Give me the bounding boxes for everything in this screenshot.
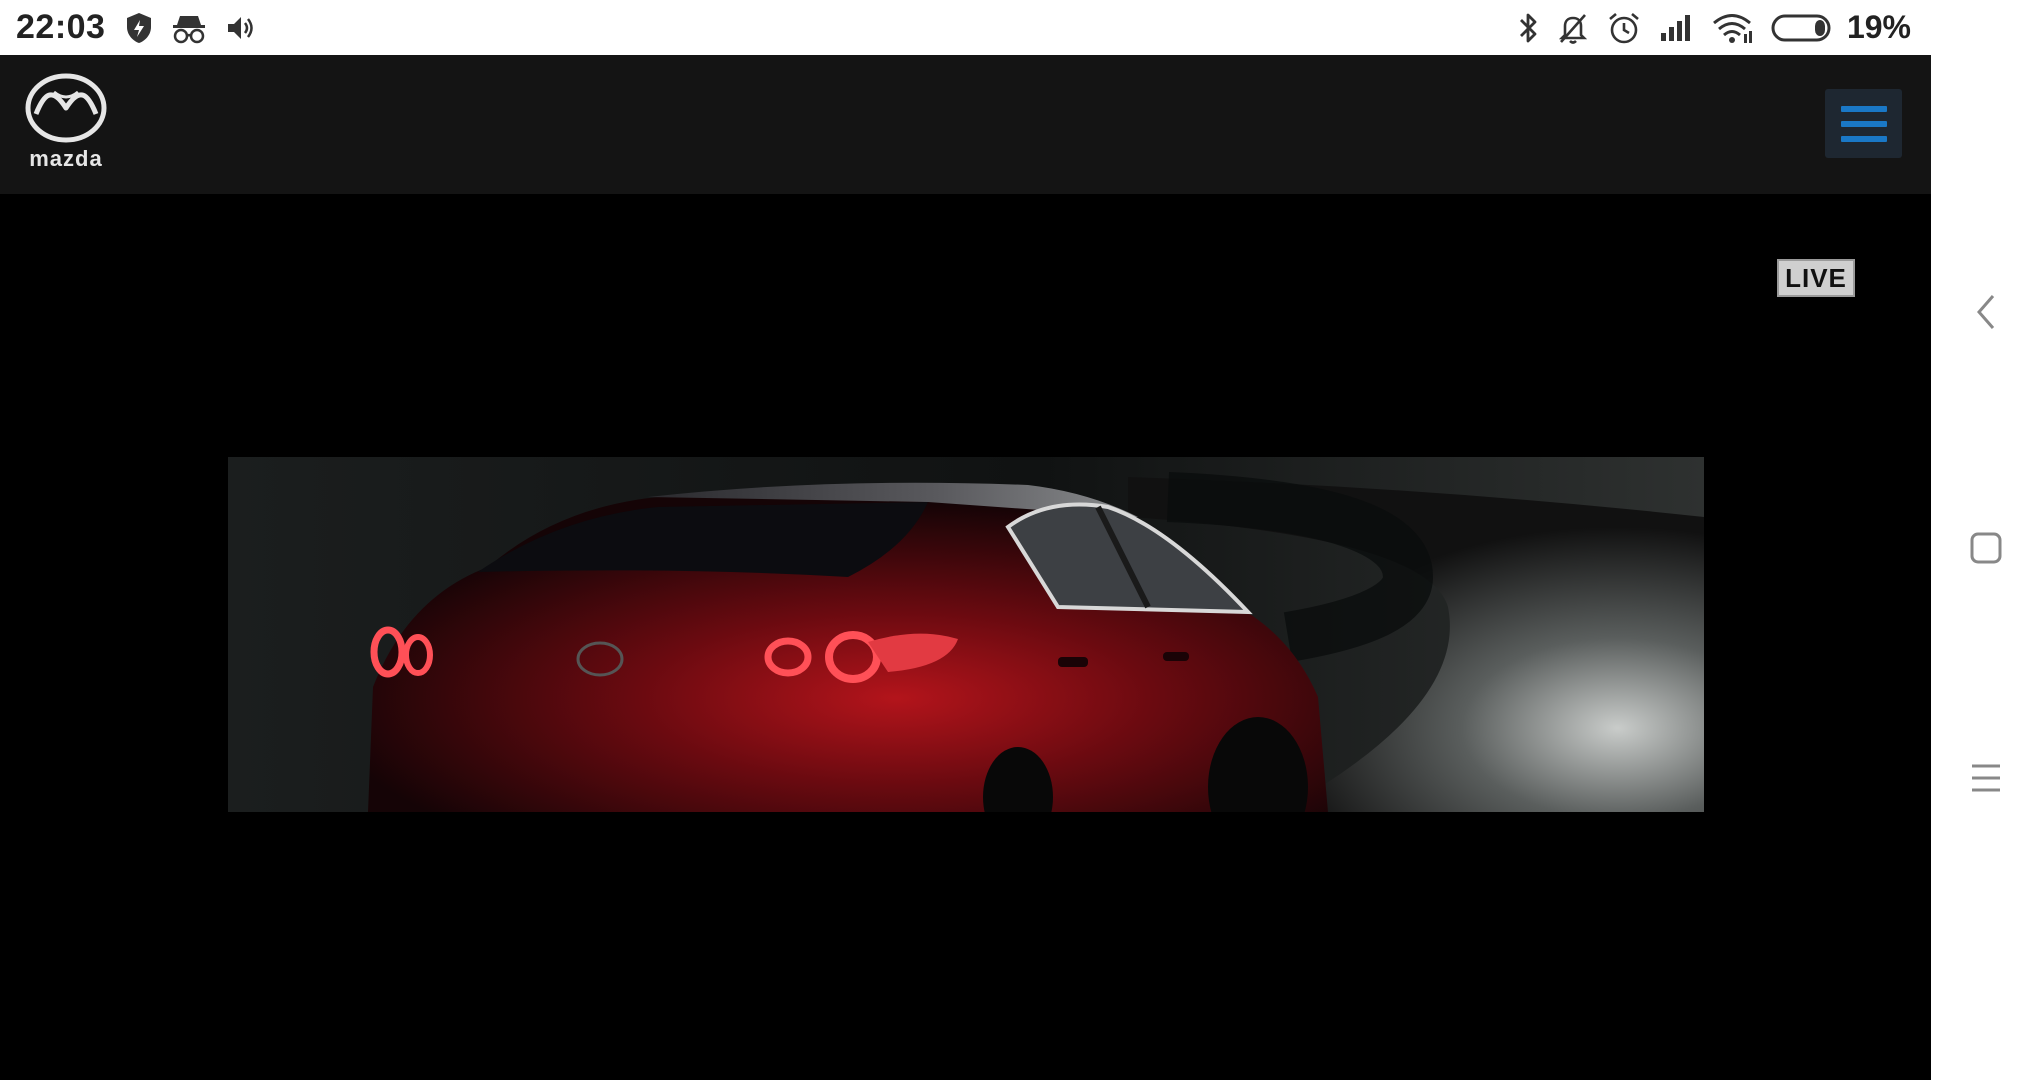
alarm-icon [1607,11,1641,45]
menu-bar-bottom [1840,135,1887,142]
bell-off-icon [1557,11,1589,45]
recents-button[interactable] [1931,762,2040,794]
volume-icon [225,13,255,43]
browser-content: mazda LIVE [0,55,1931,1080]
home-icon [1970,532,2001,564]
wifi-icon [1711,12,1753,44]
site-header: mazda [0,55,1931,194]
system-nav-panel [1931,0,2040,1080]
shield-icon [125,12,153,44]
status-clock: 22:03 [16,8,106,46]
back-button[interactable] [1931,292,2040,332]
battery-icon [1771,13,1835,43]
video-player[interactable]: LIVE [0,194,1931,1080]
status-bar: 22:03 19% [0,0,1931,55]
back-icon [1976,295,1994,329]
bluetooth-icon [1517,11,1539,45]
battery-percent: 19% [1846,9,1911,45]
home-button[interactable] [1931,530,2040,566]
live-badge: LIVE [1777,259,1855,297]
mazda-emblem-icon [25,73,107,143]
status-bar-right: 19% [1499,9,1911,46]
menu-bar-middle [1840,120,1887,127]
incognito-icon [171,12,207,44]
mazda-wordmark: mazda [29,146,103,171]
recents-icon [1971,764,2000,792]
hamburger-menu-icon [1840,105,1887,112]
status-bar-left: 22:03 [16,8,273,47]
hero-car-image [228,457,1704,812]
hamburger-menu-button[interactable] [1825,89,1902,158]
mazda-logo[interactable]: mazda [18,72,114,172]
signal-icon [1659,13,1693,43]
